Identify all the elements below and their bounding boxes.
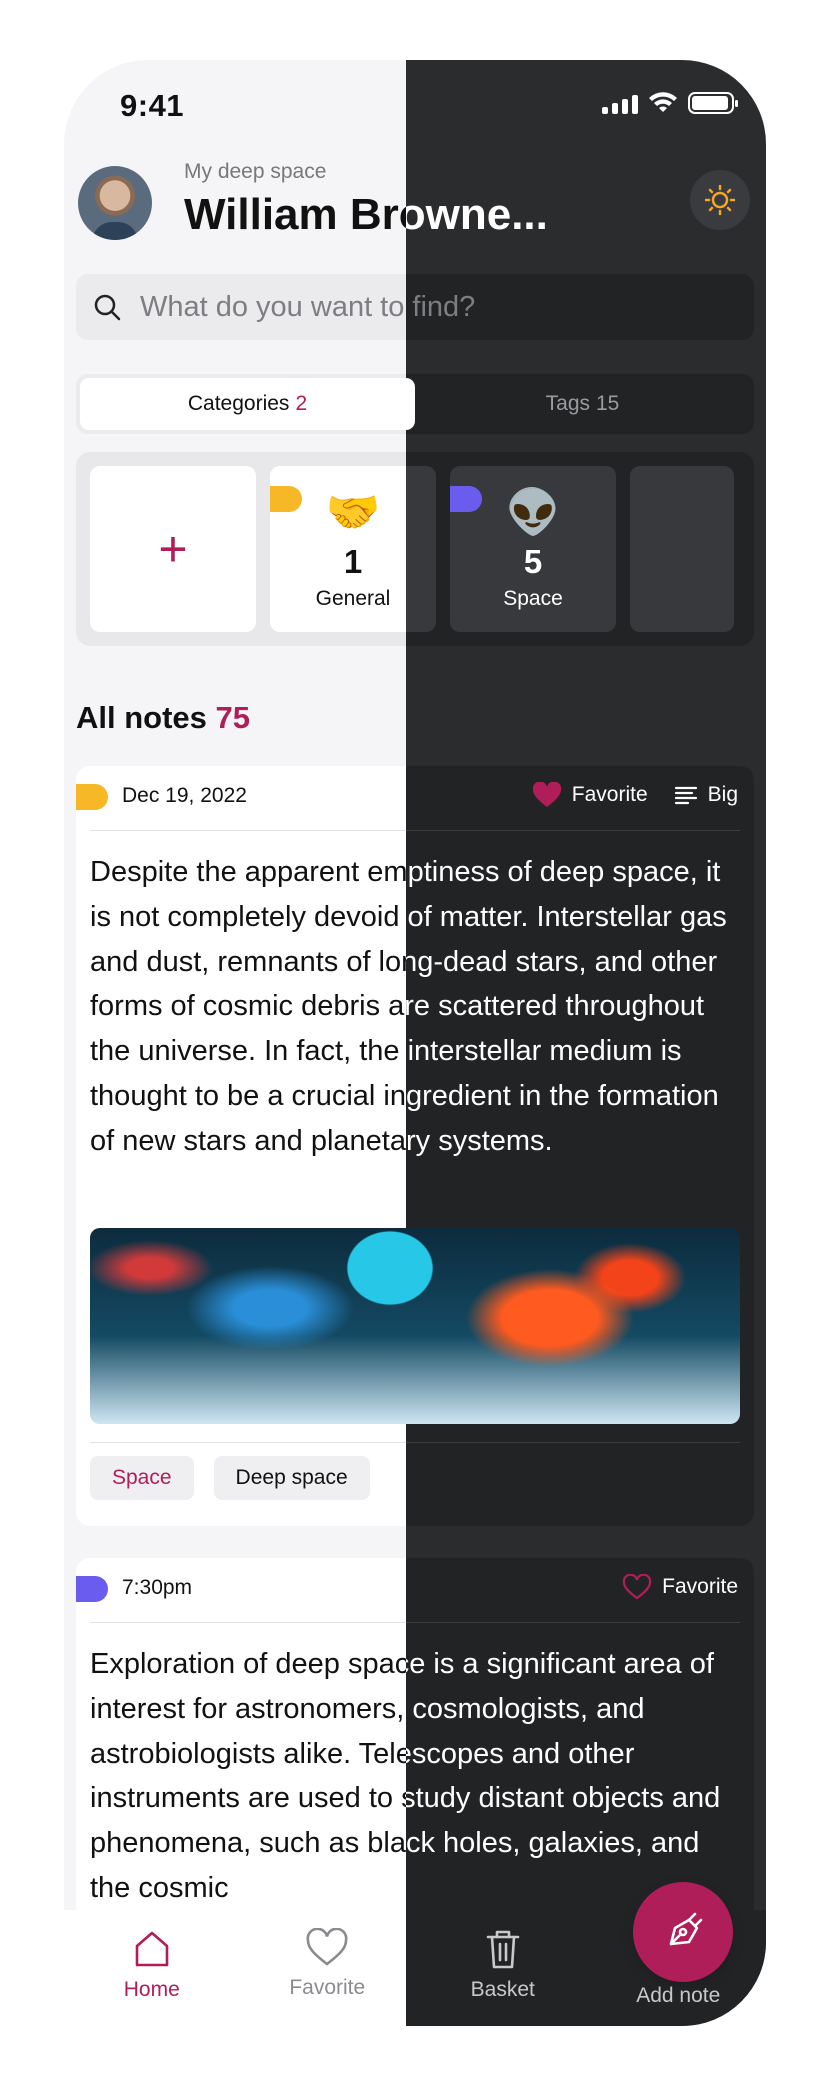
note-tags: Space Deep space bbox=[90, 1456, 370, 1500]
heart-icon bbox=[532, 782, 561, 807]
category-name: Space bbox=[503, 587, 563, 610]
category-card-empty[interactable] bbox=[630, 466, 734, 632]
category-card-space[interactable]: 👽 5 Space bbox=[450, 466, 616, 632]
favorite-button[interactable]: Favorite bbox=[622, 1574, 738, 1600]
battery-icon bbox=[688, 92, 738, 114]
add-category-button[interactable]: + bbox=[90, 466, 256, 632]
phone-frame: 9:41 My deep space William Browne... Wha… bbox=[64, 60, 766, 2026]
tab-tags[interactable]: Tags 15 bbox=[415, 378, 750, 430]
favorite-label: Favorite bbox=[571, 783, 648, 806]
sun-icon bbox=[704, 184, 736, 216]
pen-icon bbox=[669, 1912, 703, 1946]
note-color-tab bbox=[76, 784, 108, 810]
category-color-tab bbox=[450, 486, 482, 512]
avatar[interactable] bbox=[78, 166, 152, 240]
tab-basket-label: Basket bbox=[470, 1978, 535, 2001]
tab-categories-count: 2 bbox=[295, 392, 308, 415]
size-button[interactable]: Big bbox=[674, 783, 738, 807]
canvas: 9:41 My deep space William Browne... Wha… bbox=[0, 0, 830, 2094]
trash-icon bbox=[486, 1930, 520, 1969]
category-count: 5 bbox=[523, 543, 543, 580]
alien-icon: 👽 bbox=[505, 487, 561, 538]
tab-favorite[interactable]: Favorite bbox=[240, 1910, 407, 2026]
plus-icon: + bbox=[158, 521, 188, 577]
category-color-tab bbox=[270, 486, 302, 512]
category-count: 1 bbox=[343, 543, 363, 580]
handshake-icon: 🤝 bbox=[325, 487, 381, 538]
tab-home[interactable]: Home bbox=[64, 1910, 240, 2026]
tab-favorite-label: Favorite bbox=[289, 1976, 366, 1999]
tab-tags-count: 15 bbox=[596, 392, 620, 415]
home-icon bbox=[135, 1931, 169, 1967]
note-actions: Favorite Big bbox=[532, 782, 738, 808]
tab-tags-label: Tags bbox=[545, 392, 590, 415]
tab-add-note-label: Add note bbox=[636, 1984, 721, 2007]
note-date: 7:30pm bbox=[122, 1576, 193, 1599]
search-icon bbox=[94, 294, 121, 321]
status-icons bbox=[602, 92, 738, 114]
tag-chip[interactable]: Deep space bbox=[213, 1456, 370, 1500]
heart-outline-icon bbox=[306, 1928, 348, 1966]
favorite-button[interactable]: Favorite bbox=[532, 782, 648, 808]
size-label: Big bbox=[707, 783, 738, 806]
wifi-icon bbox=[649, 92, 677, 112]
notes-title: All notes bbox=[76, 700, 207, 735]
tab-home-label: Home bbox=[123, 1978, 180, 2001]
category-name: General bbox=[315, 587, 391, 610]
tag-chip[interactable]: Space bbox=[90, 1456, 194, 1500]
tab-basket[interactable]: Basket bbox=[415, 1910, 591, 2026]
signal-icon bbox=[602, 92, 638, 114]
notes-section-title: All notes 75 bbox=[76, 700, 250, 736]
status-time: 9:41 bbox=[120, 88, 185, 123]
heart-outline-icon bbox=[622, 1574, 652, 1600]
lines-icon bbox=[674, 786, 697, 805]
note-actions: Favorite bbox=[622, 1574, 738, 1600]
theme-toggle-button[interactable] bbox=[690, 170, 750, 230]
add-note-button[interactable] bbox=[633, 1882, 733, 1982]
profile-subtitle: My deep space bbox=[184, 160, 327, 183]
notes-count: 75 bbox=[215, 700, 251, 735]
favorite-label: Favorite bbox=[662, 1575, 738, 1598]
tab-categories[interactable]: Categories 2 bbox=[80, 378, 406, 430]
note-date: Dec 19, 2022 bbox=[122, 784, 247, 807]
note-color-tab bbox=[76, 1576, 108, 1602]
tab-categories-label: Categories bbox=[187, 392, 290, 415]
